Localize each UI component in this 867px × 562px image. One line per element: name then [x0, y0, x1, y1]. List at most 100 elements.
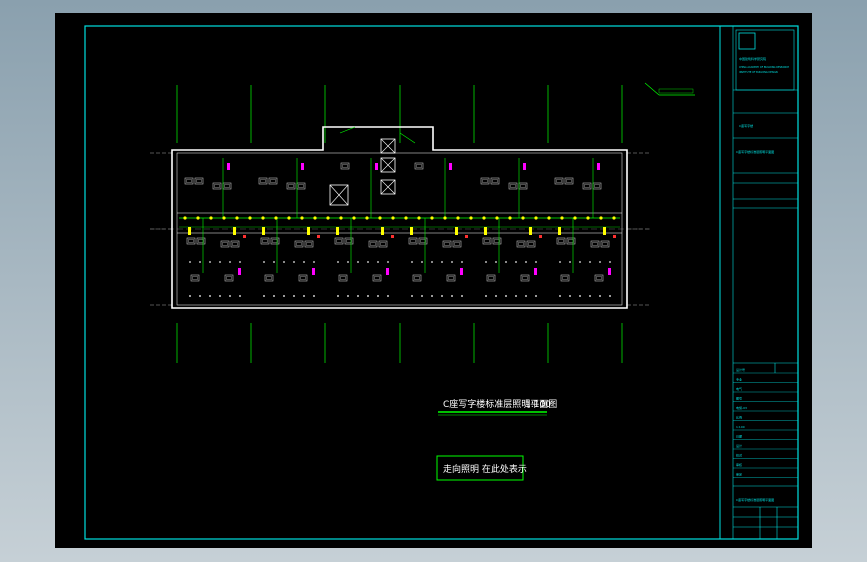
light-fixture — [287, 216, 291, 220]
desk-top — [380, 242, 386, 246]
column-mark — [609, 261, 611, 263]
desk — [220, 240, 230, 248]
column-mark — [283, 295, 285, 297]
desk — [442, 240, 452, 248]
title-block-cell: 校对 — [736, 453, 742, 458]
desk-top — [192, 276, 198, 280]
light-fixture — [378, 216, 382, 220]
column-mark — [357, 295, 359, 297]
sanitary-fixture — [301, 163, 304, 170]
light-fixture — [274, 216, 278, 220]
column-mark — [599, 295, 601, 297]
desk — [368, 240, 378, 248]
title-block-cell: 专业 — [736, 377, 742, 382]
desk-top — [520, 184, 526, 188]
desk-top — [262, 239, 268, 243]
light-fixture — [365, 216, 369, 220]
desk — [516, 240, 526, 248]
desk — [184, 177, 194, 185]
desk — [268, 177, 278, 185]
column-mark — [451, 295, 453, 297]
column-mark — [313, 261, 315, 263]
emergency-light — [391, 235, 394, 238]
desk — [508, 182, 518, 190]
wall-light — [336, 227, 339, 235]
column-mark — [535, 295, 537, 297]
building-core — [329, 138, 396, 206]
light-fixture — [326, 216, 330, 220]
desk-top — [232, 242, 238, 246]
desk-top — [300, 276, 306, 280]
desk — [560, 274, 570, 282]
furniture-layer — [184, 162, 611, 297]
sheet-name-bottom: C座写字楼标准层照明平面图 — [736, 497, 774, 502]
desk — [344, 237, 354, 245]
column-mark — [559, 295, 561, 297]
column-mark — [461, 261, 463, 263]
column-mark — [303, 295, 305, 297]
desk — [194, 177, 204, 185]
floor-plan-canvas: 中国建筑科学研究院 CHINA ACADEMY OF BUILDING RESE… — [84, 25, 799, 540]
light-fixture — [560, 216, 564, 220]
light-fixture — [612, 216, 616, 220]
desk-top — [566, 179, 572, 183]
desk-top — [340, 276, 346, 280]
title-block-cell: 电气 — [736, 386, 742, 391]
desk-top — [584, 184, 590, 188]
title-block-cell: 审核 — [736, 462, 742, 467]
light-fixture — [222, 216, 226, 220]
sanitary-fixture — [608, 268, 611, 275]
desk — [480, 177, 490, 185]
note-text: 走向照明 在此处表示 — [443, 463, 527, 475]
desk — [340, 162, 350, 170]
lighting-circuits — [179, 126, 620, 273]
title-block-cell: 图号 — [736, 396, 742, 401]
desk — [414, 162, 424, 170]
column-mark — [431, 295, 433, 297]
branch-circuit — [339, 126, 356, 134]
desk-top — [226, 276, 232, 280]
column-mark — [515, 295, 517, 297]
light-fixture — [599, 216, 603, 220]
column-mark — [273, 295, 275, 297]
emergency-light — [243, 235, 246, 238]
column-mark — [229, 295, 231, 297]
column-mark — [515, 261, 517, 263]
desk-top — [342, 164, 348, 168]
column-mark — [589, 295, 591, 297]
desk — [378, 240, 388, 248]
desk — [260, 237, 270, 245]
light-fixture — [534, 216, 538, 220]
column-mark — [441, 295, 443, 297]
emergency-light — [539, 235, 542, 238]
title-block-cell: 设计号 — [736, 367, 745, 372]
desk-top — [188, 239, 194, 243]
branch-circuit — [399, 132, 416, 144]
column-mark — [559, 261, 561, 263]
desk-top — [266, 276, 272, 280]
column-mark — [441, 261, 443, 263]
desk — [372, 274, 382, 282]
column-mark — [411, 261, 413, 263]
light-fixture — [586, 216, 590, 220]
light-fixture — [573, 216, 577, 220]
column-mark — [199, 261, 201, 263]
column-mark — [569, 261, 571, 263]
wall-light — [558, 227, 561, 235]
sanitary-fixture — [238, 268, 241, 275]
column-mark — [609, 295, 611, 297]
desk — [264, 274, 274, 282]
sanitary-fixture — [375, 163, 378, 170]
desk-top — [214, 184, 220, 188]
column-mark — [337, 261, 339, 263]
column-mark — [579, 261, 581, 263]
column-mark — [347, 295, 349, 297]
title-block-cell: 设计 — [736, 443, 742, 448]
desk — [592, 182, 602, 190]
company-logo — [738, 32, 756, 50]
sanitary-fixture — [227, 163, 230, 170]
column-mark — [525, 261, 527, 263]
desk-top — [528, 242, 534, 246]
desk-top — [222, 242, 228, 246]
wall-light — [381, 227, 384, 235]
